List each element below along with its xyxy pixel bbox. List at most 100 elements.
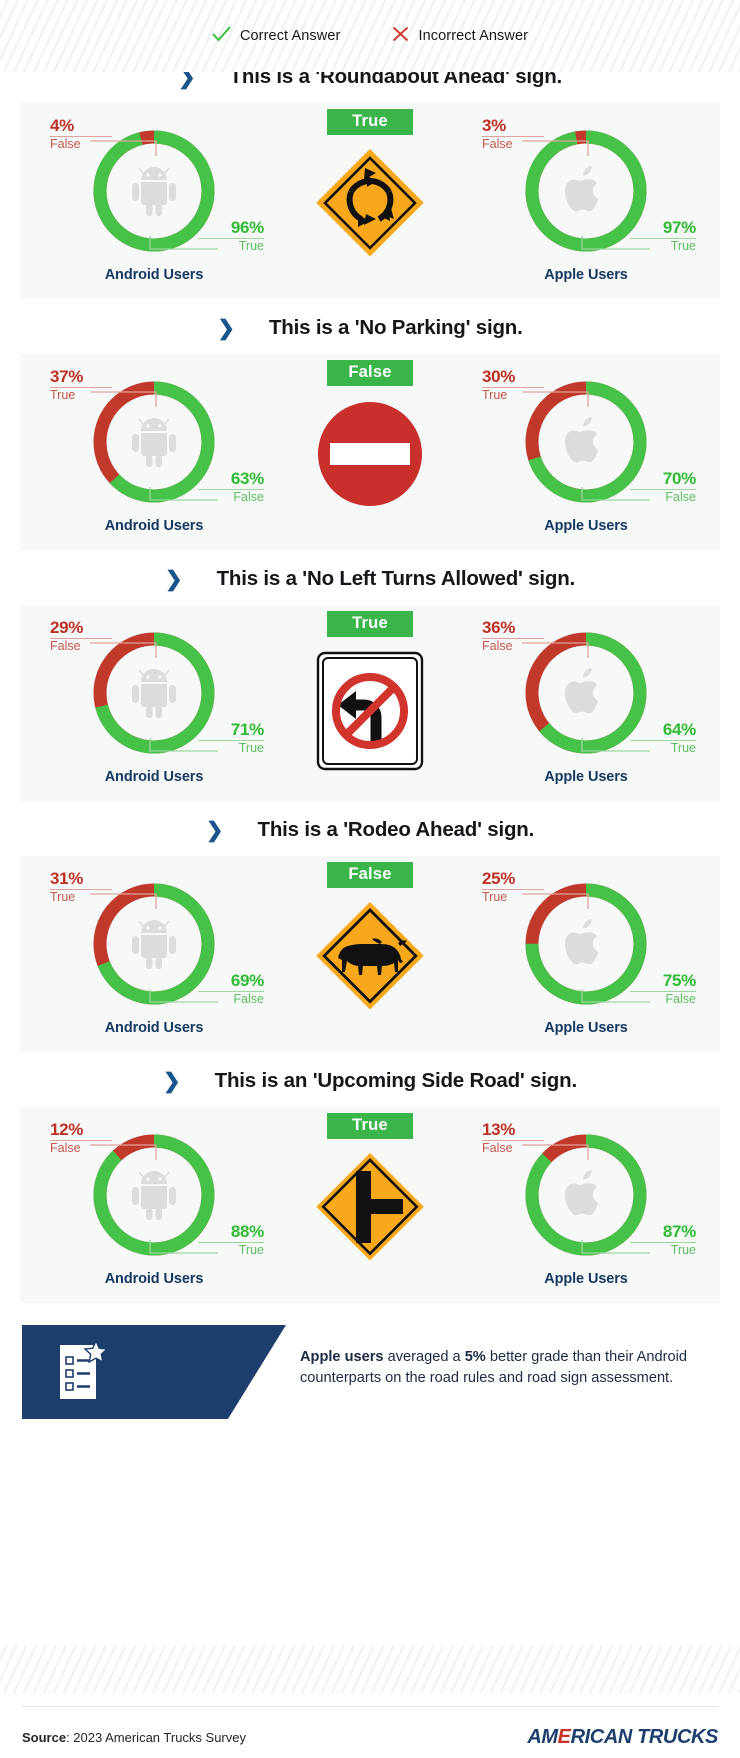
platform-logo <box>565 1170 607 1220</box>
chart-side-apple: 36% False 64% True Apple Users <box>460 605 712 801</box>
question-section: ❯ This is a 'No Left Turns Allowed' sign.… <box>0 550 740 801</box>
android-logo-icon <box>132 418 176 467</box>
chevron-right-icon: ❯ <box>217 316 235 340</box>
callout-banner: Apple users averaged a 5% better grade t… <box>0 1325 740 1429</box>
sign-side-road <box>316 1153 424 1261</box>
label-incorrect: 29% False <box>50 619 112 653</box>
android-logo-icon <box>132 669 176 718</box>
correct-answer-label: True <box>238 238 264 253</box>
correct-answer-label: False <box>233 489 264 504</box>
chart-side-android: 29% False 71% True Android Users <box>28 605 280 801</box>
incorrect-percent: 29% <box>50 618 84 637</box>
platform-logo <box>131 919 177 969</box>
road-sign-graphic <box>312 647 428 780</box>
platform-users-label: Apple Users <box>544 1020 628 1036</box>
correct-answer-label: True <box>670 740 696 755</box>
question-section: ❯ This is a 'No Parking' sign. 37% True 63% F… <box>0 299 740 550</box>
question-section: ❯ This is a 'Roundabout Ahead' sign. 4% Fal… <box>0 48 740 299</box>
label-correct: 88% True <box>198 1223 264 1257</box>
apple-logo-icon <box>565 417 599 463</box>
sign-no-left-turn <box>316 651 424 771</box>
question-title: This is a 'No Parking' sign. <box>268 316 523 339</box>
label-correct: 71% True <box>198 721 264 755</box>
apple-logo-icon <box>565 166 599 212</box>
incorrect-answer-label: True <box>50 889 76 904</box>
platform-users-label: Apple Users <box>544 769 628 785</box>
apple-logo-icon <box>565 919 599 965</box>
source-line: Source: 2023 American Trucks Survey <box>22 1730 246 1745</box>
question-row: ❯ This is a 'Rodeo Ahead' sign. <box>0 801 740 856</box>
callout-bold-apple: Apple users <box>300 1349 384 1365</box>
cross-icon <box>392 26 409 47</box>
correct-percent: 63% <box>230 469 264 488</box>
brand-e: E <box>557 1725 571 1748</box>
platform-users-label: Android Users <box>104 1271 204 1287</box>
incorrect-answer-label: False <box>482 638 513 653</box>
source-label: Source <box>22 1729 67 1745</box>
chart-side-android: 37% True 63% False Android Users <box>28 354 280 550</box>
incorrect-answer-label: True <box>482 387 508 402</box>
question-section: ❯ This is an 'Upcoming Side Road' sign. 12… <box>0 1052 740 1303</box>
label-incorrect: 25% True <box>482 870 544 904</box>
label-correct: 75% False <box>630 972 696 1006</box>
platform-logo <box>131 1170 177 1220</box>
question-title: This is a 'No Left Turns Allowed' sign. <box>216 567 576 590</box>
road-sign-graphic <box>312 145 428 266</box>
correct-percent: 75% <box>662 971 696 990</box>
label-correct: 96% True <box>198 219 264 253</box>
question-row: ❯ This is a 'No Left Turns Allowed' sign. <box>0 550 740 605</box>
infographic-page: Correct Answer Incorrect Answer ❯ This is… <box>0 0 740 1758</box>
question-title: This is a 'Rodeo Ahead' sign. <box>257 818 535 841</box>
correct-percent: 88% <box>230 1222 264 1241</box>
label-incorrect: 36% False <box>482 619 544 653</box>
platform-users-label: Apple Users <box>544 1271 628 1287</box>
sign-column: False <box>282 856 458 1052</box>
apple-logo-icon <box>565 1170 599 1216</box>
correct-answer-label: True <box>238 1242 264 1257</box>
platform-logo <box>565 417 607 467</box>
road-sign-graphic <box>312 1149 428 1270</box>
chevron-right-icon: ❯ <box>163 1069 181 1093</box>
chart-side-apple: 3% False 97% True Apple Users <box>460 103 712 299</box>
answer-panel: 37% True 63% False Android Users False 30% True… <box>20 354 720 550</box>
platform-logo <box>131 417 177 467</box>
incorrect-percent: 37% <box>50 367 84 386</box>
question-row: ❯ This is an 'Upcoming Side Road' sign. <box>0 1052 740 1107</box>
label-correct: 97% True <box>630 219 696 253</box>
platform-logo <box>565 668 607 718</box>
chart-side-apple: 25% True 75% False Apple Users <box>460 856 712 1052</box>
answer-panel: 31% True 69% False Android Users False 25% True… <box>20 856 720 1052</box>
android-logo-icon <box>132 920 176 969</box>
chevron-right-icon: ❯ <box>164 567 183 591</box>
legend-item-incorrect: Incorrect Answer <box>392 26 528 47</box>
brand-post: RICAN TRUCKS <box>570 1725 719 1748</box>
american-trucks-logo: AMERICAN TRUCKS <box>527 1726 718 1749</box>
incorrect-percent: 12% <box>50 1120 84 1139</box>
chart-side-android: 31% True 69% False Android Users <box>28 856 280 1052</box>
legend-item-correct: Correct Answer <box>212 25 341 47</box>
source-value: : 2023 American Trucks Survey <box>66 1729 246 1745</box>
correct-answer-label: False <box>233 991 264 1006</box>
correct-answer-badge: True <box>327 611 413 637</box>
incorrect-percent: 31% <box>50 869 84 888</box>
correct-answer-badge: True <box>327 109 413 135</box>
platform-logo <box>131 668 177 718</box>
correct-answer-label: True <box>670 1242 696 1257</box>
platform-logo <box>565 919 607 969</box>
hatch-background-bottom <box>0 1645 740 1693</box>
answer-panel: 12% False 88% True Android Users True 13% False… <box>20 1107 720 1303</box>
label-incorrect: 37% True <box>50 368 112 402</box>
platform-users-label: Apple Users <box>544 267 628 283</box>
question-sections: ❯ This is a 'Roundabout Ahead' sign. 4% Fal… <box>0 48 740 1303</box>
chart-side-android: 12% False 88% True Android Users <box>28 1107 280 1303</box>
platform-logo <box>565 166 607 216</box>
platform-logo <box>131 166 177 216</box>
sign-column: True <box>282 103 458 299</box>
road-sign-graphic <box>312 396 428 517</box>
callout-text: Apple users averaged a 5% better grade t… <box>300 1347 714 1390</box>
footer-divider <box>22 1706 718 1707</box>
sign-cattle-crossing <box>316 902 424 1010</box>
incorrect-answer-label: False <box>482 1140 513 1155</box>
road-sign-graphic <box>312 898 428 1019</box>
callout-mid-1: averaged a <box>383 1349 465 1365</box>
